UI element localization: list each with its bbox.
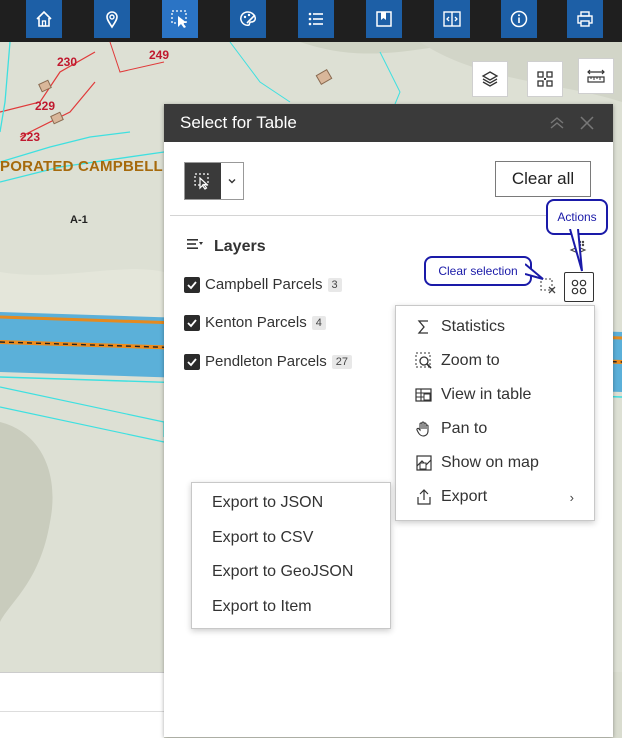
export-csv-item[interactable]: Export to CSV <box>192 521 390 556</box>
list-icon[interactable] <box>298 0 334 38</box>
clear-all-button[interactable]: Clear all <box>495 161 591 197</box>
chevron-down-icon[interactable] <box>221 163 243 199</box>
menu-item-label: View in table <box>441 386 532 403</box>
selection-count-badge: 27 <box>331 354 352 369</box>
map-show-icon <box>414 453 434 473</box>
layer-name: Kenton Parcels <box>205 314 307 331</box>
layers-title: Layers <box>214 237 266 255</box>
callout-pointer <box>569 229 583 272</box>
selection-tool-dropdown[interactable] <box>184 162 244 200</box>
layer-row-campbell[interactable]: Campbell Parcels 3 <box>184 276 342 293</box>
info-icon[interactable] <box>501 0 537 38</box>
layers-list-icon <box>186 237 204 256</box>
select-by-rectangle-icon[interactable] <box>185 163 221 199</box>
zoom-to-icon <box>414 351 434 371</box>
menu-item-label: Statistics <box>441 318 506 335</box>
export-submenu: Export to JSON Export to CSV Export to G… <box>191 482 391 629</box>
divider <box>170 215 607 216</box>
export-geojson-item[interactable]: Export to GeoJSON <box>192 555 390 590</box>
print-icon[interactable] <box>567 0 603 38</box>
clear-selection-callout: Clear selection <box>424 256 532 286</box>
attribute-table-strip <box>0 672 164 738</box>
menu-item-pan-to[interactable]: Pan to <box>396 412 594 446</box>
measure-icon[interactable] <box>578 58 614 94</box>
panel-header: Select for Table <box>164 104 613 142</box>
close-icon[interactable] <box>578 114 596 132</box>
actions-button[interactable] <box>564 272 594 302</box>
swipe-icon[interactable] <box>434 0 470 38</box>
export-item-item[interactable]: Export to Item <box>192 590 390 625</box>
checkbox[interactable] <box>184 276 200 293</box>
layers-icon[interactable] <box>472 61 508 97</box>
layers-header: Layers <box>186 237 266 256</box>
sigma-icon <box>414 317 434 337</box>
home-icon[interactable] <box>26 0 62 38</box>
palette-icon[interactable] <box>230 0 266 38</box>
table-icon <box>414 385 434 405</box>
menu-item-label: Pan to <box>441 420 488 437</box>
location-pin-icon[interactable] <box>94 0 130 38</box>
selection-count-badge: 3 <box>327 277 342 292</box>
menu-item-label: Zoom to <box>441 352 500 369</box>
select-icon[interactable] <box>162 0 198 38</box>
export-json-item[interactable]: Export to JSON <box>192 486 390 521</box>
export-icon <box>414 487 434 507</box>
callout-pointer <box>525 263 544 280</box>
layer-row-kenton[interactable]: Kenton Parcels 4 <box>184 314 326 331</box>
menu-item-label: Show on map <box>441 454 539 471</box>
checkbox[interactable] <box>184 314 200 331</box>
top-toolbar <box>0 0 622 43</box>
menu-item-export[interactable]: Export › <box>396 480 594 514</box>
parcel-label: 230 <box>57 55 78 69</box>
hand-icon <box>414 419 434 439</box>
layer-name: Pendleton Parcels <box>205 353 327 370</box>
bookmark-icon[interactable] <box>366 0 402 38</box>
zone-label: A-1 <box>70 214 88 226</box>
layer-row-pendleton[interactable]: Pendleton Parcels 27 <box>184 353 352 370</box>
chevron-right-icon: › <box>569 490 574 505</box>
menu-item-zoom-to[interactable]: Zoom to <box>396 344 594 378</box>
layer-name: Campbell Parcels <box>205 276 323 293</box>
panel-title: Select for Table <box>180 113 297 132</box>
actions-menu: Statistics Zoom to View in table Pan to … <box>395 305 595 521</box>
parcel-label: 249 <box>149 48 170 62</box>
collapse-icon[interactable] <box>548 114 566 132</box>
parcel-label: 223 <box>20 130 41 144</box>
qr-grid-icon[interactable] <box>527 61 563 97</box>
menu-item-label: Export <box>441 488 488 505</box>
menu-item-show-on-map[interactable]: Show on map <box>396 446 594 480</box>
parcel-label: 229 <box>35 99 56 113</box>
place-label: PORATED CAMPBELL <box>0 158 163 175</box>
checkbox[interactable] <box>184 353 200 370</box>
menu-item-statistics[interactable]: Statistics <box>396 310 594 344</box>
menu-item-view-in-table[interactable]: View in table <box>396 378 594 412</box>
selection-count-badge: 4 <box>311 315 326 330</box>
actions-icon <box>571 279 587 295</box>
